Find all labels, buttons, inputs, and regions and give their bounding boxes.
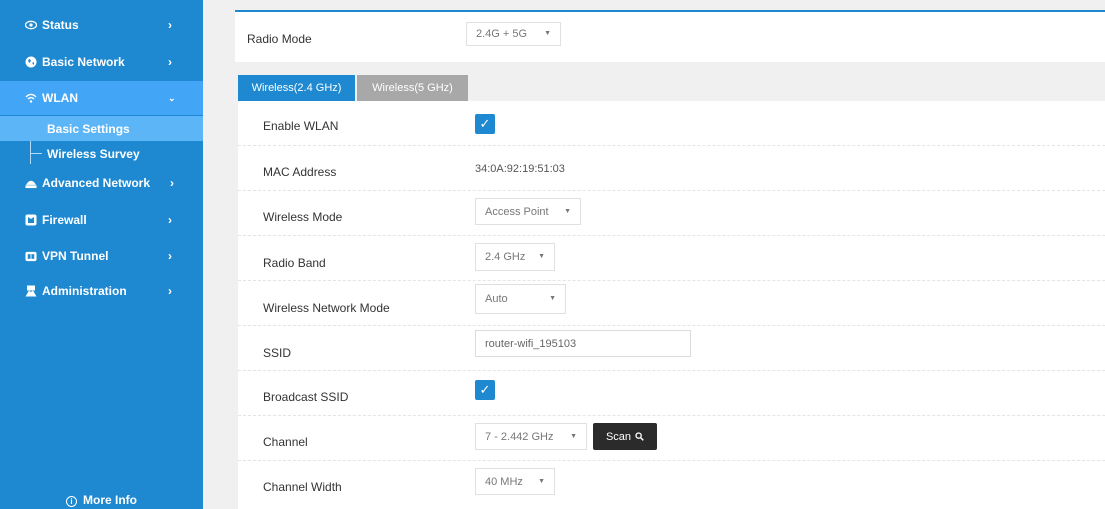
channel-width-select[interactable]: 40 MHz ▼ — [475, 468, 555, 495]
radio-mode-card: Radio Mode 2.4G + 5G ▼ — [235, 10, 1105, 62]
nav-label: Firewall — [42, 213, 87, 227]
more-info-label: More Info — [83, 493, 137, 507]
chevron-right-icon: › — [168, 213, 172, 227]
radio-mode-label: Radio Mode — [247, 32, 312, 46]
nav-firewall[interactable]: Firewall › — [0, 203, 203, 237]
tab-wireless-24[interactable]: Wireless(2.4 GHz) — [238, 75, 355, 101]
network-icon — [25, 177, 37, 189]
select-value: Access Point — [485, 205, 549, 218]
check-icon: ✓ — [479, 116, 491, 131]
search-icon — [635, 432, 644, 441]
mac-address-value: 34:0A:92:19:51:03 — [475, 163, 565, 175]
row-broadcast-ssid: Broadcast SSID ✓ — [238, 371, 1105, 416]
row-network-mode: Wireless Network Mode Auto ▼ — [238, 281, 1105, 326]
chevron-right-icon: › — [168, 18, 172, 32]
row-mac-address: MAC Address 34:0A:92:19:51:03 — [238, 146, 1105, 191]
field-label: SSID — [263, 346, 292, 360]
network-mode-select[interactable]: Auto ▼ — [475, 284, 566, 314]
sub-item-basic-settings[interactable]: Basic Settings — [0, 116, 203, 141]
chevron-right-icon: › — [168, 249, 172, 263]
row-channel-width: Channel Width 40 MHz ▼ — [238, 461, 1105, 506]
field-label: Wireless Network Mode — [263, 301, 390, 315]
nav-status[interactable]: Status › — [0, 8, 203, 42]
main-content: Radio Mode 2.4G + 5G ▼ Wireless(2.4 GHz)… — [203, 0, 1105, 509]
dropdown-arrow-icon: ▼ — [564, 208, 571, 215]
chevron-right-icon: › — [168, 284, 172, 298]
sidebar: Status › Basic Network › WLAN ⌄ Basic Se… — [0, 0, 203, 509]
field-label: Channel Width — [263, 480, 342, 494]
nav-label: Status — [42, 18, 79, 32]
nav-label: Administration — [42, 284, 127, 298]
chevron-right-icon: › — [170, 176, 174, 190]
enable-wlan-checkbox[interactable]: ✓ — [475, 114, 495, 134]
scan-label: Scan — [605, 430, 632, 443]
nav-basic-network[interactable]: Basic Network › — [0, 45, 203, 79]
select-value: 2.4 GHz — [485, 251, 526, 263]
nav-vpn-tunnel[interactable]: VPN Tunnel › — [0, 239, 203, 273]
chevron-down-icon: ⌄ — [168, 92, 176, 103]
tab-label: Wireless(2.4 GHz) — [251, 82, 342, 94]
row-radio-band: Radio Band 2.4 GHz ▼ — [238, 236, 1105, 281]
select-value: Auto — [485, 293, 508, 305]
field-label: Broadcast SSID — [263, 390, 349, 404]
broadcast-ssid-checkbox[interactable]: ✓ — [475, 380, 495, 400]
channel-select[interactable]: 7 - 2.442 GHz ▼ — [475, 423, 587, 450]
eye-icon — [25, 19, 37, 31]
scan-button[interactable]: Scan — [593, 423, 657, 450]
field-label: Wireless Mode — [263, 210, 343, 224]
dropdown-arrow-icon: ▼ — [538, 253, 545, 260]
field-label: Channel — [263, 435, 308, 449]
nav-label: Basic Network — [42, 55, 125, 69]
field-label: Enable WLAN — [263, 119, 339, 133]
nav-administration[interactable]: Administration › — [0, 274, 203, 308]
sub-item-wireless-survey[interactable]: Wireless Survey — [0, 141, 203, 166]
wireless-settings-panel: Enable WLAN ✓ MAC Address 34:0A:92:19:51… — [238, 101, 1105, 509]
select-value: 7 - 2.442 GHz — [485, 430, 554, 443]
nav-label: VPN Tunnel — [42, 249, 109, 263]
radio-band-select[interactable]: 2.4 GHz ▼ — [475, 243, 555, 271]
globe-icon — [25, 56, 37, 68]
ssid-input[interactable] — [475, 330, 691, 357]
row-channel: Channel 7 - 2.442 GHz ▼ Scan — [238, 416, 1105, 461]
select-value: 2.4G + 5G — [476, 28, 528, 40]
nav-advanced-network[interactable]: Advanced Network › — [0, 166, 203, 200]
sub-item-label: Basic Settings — [47, 121, 130, 136]
nav-label: Advanced Network — [42, 176, 151, 190]
tab-wireless-5[interactable]: Wireless(5 GHz) — [357, 75, 468, 101]
dropdown-arrow-icon: ▼ — [544, 30, 551, 37]
dropdown-arrow-icon: ▼ — [538, 478, 545, 485]
tab-label: Wireless(5 GHz) — [372, 82, 453, 94]
admin-icon — [25, 285, 37, 297]
radio-mode-select[interactable]: 2.4G + 5G ▼ — [466, 22, 561, 46]
field-label: Radio Band — [263, 256, 326, 270]
select-value: 40 MHz — [485, 475, 523, 488]
nav-wlan[interactable]: WLAN ⌄ — [0, 81, 203, 115]
wireless-mode-select[interactable]: Access Point ▼ — [475, 198, 581, 225]
row-ssid: SSID — [238, 326, 1105, 371]
more-info-link[interactable]: i More Info — [0, 481, 203, 509]
dropdown-arrow-icon: ▼ — [570, 433, 577, 440]
firewall-icon — [25, 214, 37, 226]
dropdown-arrow-icon: ▼ — [549, 295, 556, 302]
nav-label: WLAN — [42, 91, 78, 105]
sub-item-label: Wireless Survey — [47, 146, 140, 161]
wifi-icon — [25, 92, 37, 104]
check-icon: ✓ — [479, 382, 491, 397]
chevron-right-icon: › — [168, 55, 172, 69]
row-wireless-mode: Wireless Mode Access Point ▼ — [238, 191, 1105, 236]
field-label: MAC Address — [263, 165, 337, 179]
vpn-icon — [25, 250, 37, 262]
row-enable-wlan: Enable WLAN ✓ — [238, 101, 1105, 146]
info-icon: i — [66, 496, 77, 507]
